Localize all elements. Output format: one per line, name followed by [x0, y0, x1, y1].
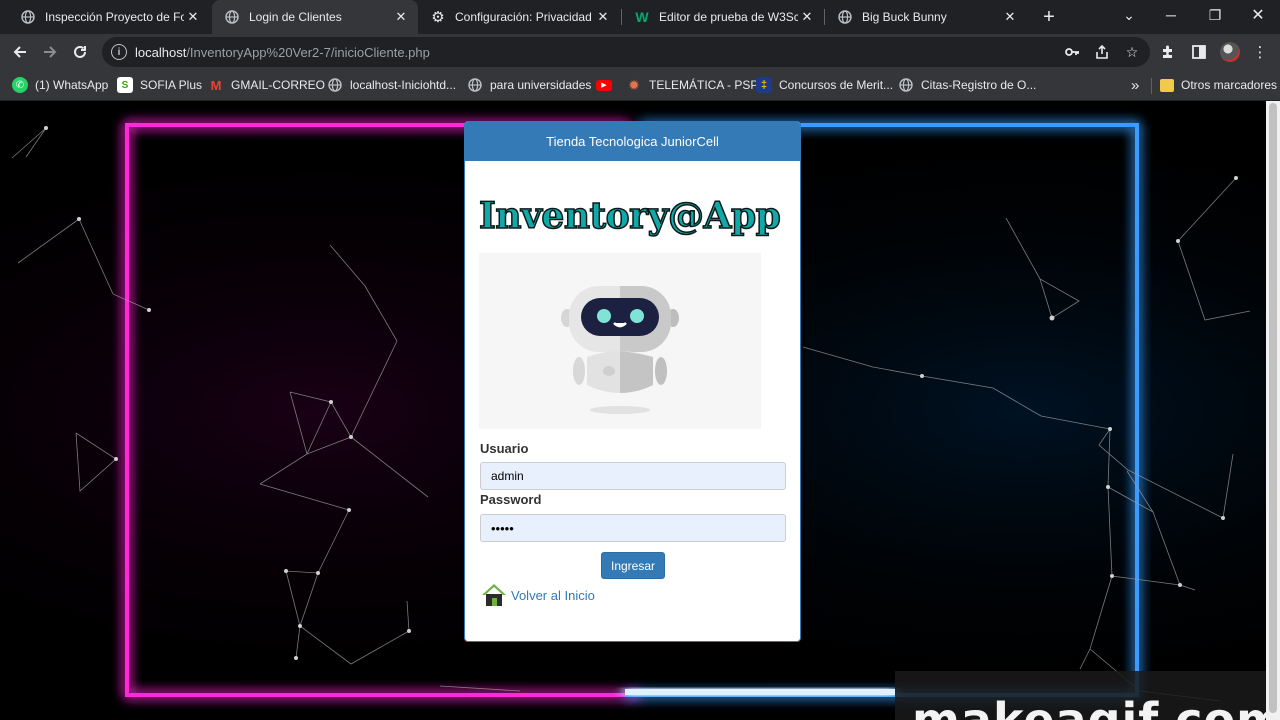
- close-icon[interactable]: ✕: [1001, 8, 1019, 26]
- minimize-button[interactable]: ─: [1149, 0, 1193, 30]
- close-icon[interactable]: ✕: [392, 8, 410, 26]
- bookmark-telematica[interactable]: ✹ TELEMÁTICA - PSP: [626, 76, 758, 94]
- gear-icon: ⚙: [431, 9, 445, 26]
- profile-avatar[interactable]: [1220, 42, 1240, 62]
- panel-heading: Tienda Tecnologica JuniorCell: [465, 122, 800, 161]
- star-icon[interactable]: ☆: [1124, 44, 1140, 60]
- tab-title: Inspección Proyecto de Form: [45, 10, 184, 24]
- bookmark-separator: [1151, 78, 1152, 94]
- forward-button[interactable]: [36, 38, 64, 66]
- bookmark-whatsapp[interactable]: ✆ (1) WhatsApp: [12, 76, 108, 94]
- bookmark-label: TELEMÁTICA - PSP: [649, 78, 759, 92]
- globe-icon: [20, 9, 36, 25]
- back-button[interactable]: [6, 38, 34, 66]
- extensions-icon[interactable]: [1158, 42, 1178, 62]
- tab-search-button[interactable]: ⌄: [1107, 0, 1151, 30]
- bookmark-label: Citas-Registro de O...: [921, 78, 1037, 92]
- arrow-left-icon: [13, 46, 26, 58]
- tab-title: Editor de prueba de W3Scho: [659, 10, 798, 24]
- bookmark-label: (1) WhatsApp: [35, 78, 109, 92]
- close-icon[interactable]: ✕: [594, 8, 612, 26]
- sofia-icon: S: [117, 77, 133, 93]
- close-icon[interactable]: ✕: [184, 8, 202, 26]
- tab-strip: Inspección Proyecto de Form ✕ Login de C…: [0, 0, 1280, 34]
- side-panel-icon[interactable]: [1189, 42, 1209, 62]
- globe-icon: [327, 77, 343, 93]
- bookmark-concursos[interactable]: ‡ Concursos de Merit...: [756, 76, 893, 94]
- bookmark-citas[interactable]: Citas-Registro de O...: [898, 76, 1036, 94]
- cnsc-icon: ‡: [756, 77, 772, 93]
- tab-title: Big Buck Bunny: [862, 10, 947, 24]
- reload-icon: [74, 45, 86, 58]
- bookmark-label: localhost-Iniciohtd...: [350, 78, 457, 92]
- globe-icon: [224, 9, 240, 25]
- other-bookmarks-folder[interactable]: Otros marcadores: [1160, 76, 1277, 94]
- home-icon: [482, 584, 506, 606]
- usuario-value: admin: [491, 469, 524, 483]
- globe-icon: [898, 77, 914, 93]
- bookmark-localhost[interactable]: localhost-Iniciohtd...: [327, 76, 456, 94]
- login-panel: Tienda Tecnologica JuniorCell Inventory@…: [464, 121, 801, 642]
- scrollbar-thumb[interactable]: [1269, 103, 1277, 713]
- info-icon[interactable]: i: [111, 44, 127, 60]
- bookmark-label: Otros marcadores: [1181, 78, 1278, 92]
- tab-configuracion[interactable]: ⚙ Configuración: Privacidad y s ✕: [418, 0, 620, 34]
- overflow-chevron-icon: »: [1131, 76, 1140, 94]
- password-value: •••••: [491, 520, 514, 536]
- browser-toolbar: i localhost/InventoryApp%20Ver2-7/inicio…: [0, 34, 1280, 70]
- bookmark-gmail[interactable]: M GMAIL-CORREO: [208, 76, 325, 94]
- close-window-button[interactable]: ✕: [1236, 0, 1280, 30]
- gmail-icon: M: [210, 77, 222, 93]
- usuario-input[interactable]: admin: [480, 462, 786, 490]
- ingresar-button[interactable]: Ingresar: [601, 552, 665, 579]
- bookmark-label: para universidades: [490, 78, 592, 92]
- bookmarks-overflow-button[interactable]: »: [1131, 76, 1139, 94]
- bookmark-label: SOFIA Plus: [140, 78, 203, 92]
- tab-big-buck-bunny[interactable]: Big Buck Bunny ✕: [825, 0, 1027, 34]
- restore-button[interactable]: ❐: [1193, 0, 1237, 30]
- close-icon[interactable]: ✕: [798, 8, 816, 26]
- bookmark-label: Concursos de Merit...: [779, 78, 894, 92]
- key-icon[interactable]: [1064, 44, 1080, 60]
- password-input[interactable]: •••••: [480, 514, 786, 542]
- tab-w3schools[interactable]: W Editor de prueba de W3Scho ✕: [622, 0, 824, 34]
- tab-title: Login de Clientes: [249, 10, 342, 24]
- menu-kebab-icon[interactable]: ⋮: [1250, 42, 1270, 62]
- bookmark-universidades[interactable]: para universidades: [467, 76, 591, 94]
- new-tab-button[interactable]: +: [1037, 5, 1061, 29]
- whatsapp-icon: ✆: [12, 77, 28, 93]
- bookmark-youtube[interactable]: ▶: [596, 76, 619, 94]
- bookmark-label: GMAIL-CORREO: [231, 78, 326, 92]
- url-path: /InventoryApp%20Ver2-7/inicioCliente.php: [186, 44, 430, 60]
- tab-inspeccion[interactable]: Inspección Proyecto de Form ✕: [8, 0, 210, 34]
- youtube-icon: ▶: [596, 79, 612, 91]
- bookmarks-bar: ✆ (1) WhatsApp S SOFIA Plus M GMAIL-CORR…: [0, 70, 1280, 101]
- arrow-right-icon: [44, 46, 57, 58]
- volver-inicio-link[interactable]: Volver al Inicio: [480, 582, 595, 608]
- w3schools-icon: W: [635, 9, 649, 25]
- tab-login-clientes[interactable]: Login de Clientes ✕: [212, 0, 418, 34]
- app-logo: Inventory@App: [478, 194, 781, 238]
- usuario-label: Usuario: [480, 441, 529, 456]
- bookmark-sofia-plus[interactable]: S SOFIA Plus: [117, 76, 202, 94]
- url-host: localhost: [135, 44, 187, 60]
- globe-icon: [837, 9, 853, 25]
- gear-bookmark-icon: ✹: [628, 76, 640, 93]
- watermark-text: makeagif.com: [912, 693, 1280, 720]
- share-icon[interactable]: [1094, 44, 1110, 60]
- page-scrollbar[interactable]: [1266, 101, 1280, 720]
- reload-button[interactable]: [66, 38, 94, 66]
- bottom-light-strip: [625, 689, 895, 695]
- password-label: Password: [480, 492, 542, 507]
- url-text: localhost/InventoryApp%20Ver2-7/inicioCl…: [135, 45, 430, 60]
- globe-icon: [467, 77, 483, 93]
- robot-illustration: [479, 253, 761, 429]
- folder-icon: [1160, 78, 1174, 92]
- tab-title: Configuración: Privacidad y s: [455, 10, 594, 24]
- page-viewport: makeagif.com Tienda Tecnologica JuniorCe…: [0, 101, 1280, 720]
- volver-inicio-label: Volver al Inicio: [511, 587, 595, 603]
- address-bar[interactable]: i localhost/InventoryApp%20Ver2-7/inicio…: [102, 37, 1150, 67]
